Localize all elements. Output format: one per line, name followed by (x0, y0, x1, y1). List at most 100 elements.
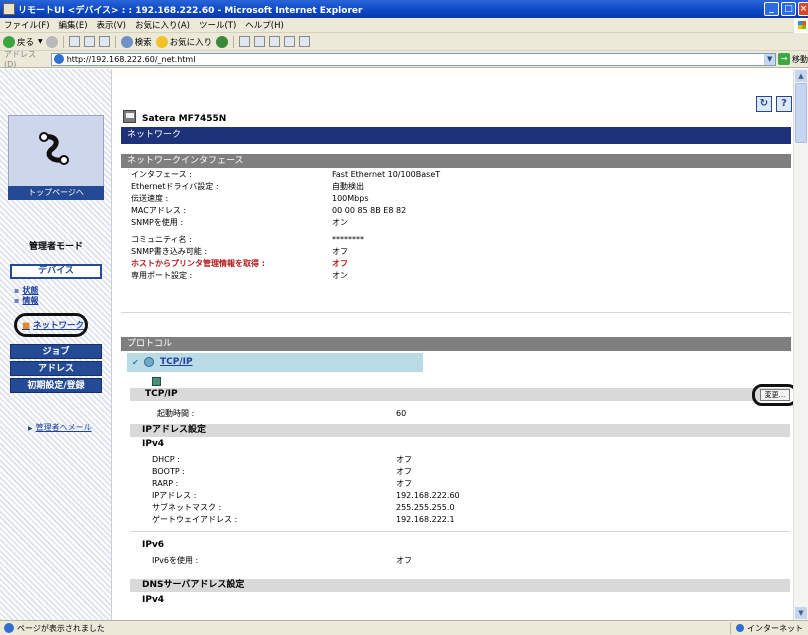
iface-section-header: ネットワークインタフェース (121, 154, 791, 168)
page-icon (53, 54, 64, 64)
nav-device-button[interactable]: デバイス (10, 264, 102, 279)
address-url[interactable]: http://192.168.222.60/_net.html (67, 55, 196, 64)
iface-row: コミュニティ名 : ******** (131, 235, 364, 244)
printer-icon (123, 110, 136, 123)
ipv4-row: サブネットマスク :255.255.255.0 (152, 503, 455, 512)
nav-info-link[interactable]: 情報 (14, 295, 38, 306)
divider (130, 531, 790, 532)
admin-mode-label: 管理者モード (28, 242, 83, 252)
page-title: ネットワーク (121, 127, 791, 144)
ipv4-row: ゲートウェイアドレス :192.168.222.1 (152, 515, 455, 524)
ie-app-icon (3, 3, 15, 15)
iface-row: SNMPを使用 : オン (131, 218, 348, 227)
network-globe-icon (144, 357, 154, 367)
toolbar-separator (62, 35, 64, 48)
back-dropdown-icon[interactable]: ▼ (38, 38, 43, 45)
minimize-button[interactable]: _ (764, 2, 779, 16)
ipv4-row: IPアドレス :192.168.222.60 (152, 491, 460, 500)
admin-mail-link[interactable]: 管理者へメール (28, 422, 92, 433)
refresh-page-icon[interactable] (83, 36, 95, 47)
menu-tools[interactable]: ツール(T) (199, 19, 236, 31)
collapse-icon[interactable] (152, 377, 161, 386)
ipv4-label: IPv4 (142, 439, 165, 449)
toolbar-separator (114, 35, 116, 48)
status-bar: ページが表示されました インターネット (0, 620, 808, 635)
change-button[interactable]: 変更... (760, 389, 790, 401)
ipv4-row: RARP : オフ (152, 479, 412, 488)
messenger-icon[interactable] (299, 36, 311, 47)
iface-row: MACアドレス :00 00 85 8B E8 82 (131, 206, 407, 215)
search-button[interactable]: 検索 (135, 36, 152, 48)
address-label: アドレス(D) (4, 50, 36, 69)
ipv6-label: IPv6 (142, 540, 165, 550)
nav-job-button[interactable]: ジョブ (10, 344, 102, 359)
remote-ui-logo-icon (39, 132, 69, 165)
menu-bar: ファイル(F) 編集(E) 表示(V) お気に入り(A) ツール(T) ヘルプ(… (0, 18, 808, 33)
main-panel: Satera MF7455N ↻ ? ネットワーク ネットワークインタフェース … (112, 69, 793, 620)
back-button[interactable]: 戻る (17, 36, 34, 48)
media-icon[interactable] (216, 35, 229, 48)
status-text: ページが表示されました (17, 623, 105, 633)
iface-row: 専用ポート設定 : オン (131, 271, 348, 280)
refresh-icon[interactable]: ↻ (756, 96, 772, 112)
ipv4-row: DHCP : オフ (152, 455, 412, 464)
tcpip-row[interactable]: ✔ TCP/IP (127, 353, 423, 372)
address-input[interactable]: http://192.168.222.60/_net.html ▼ (50, 52, 777, 66)
iface-row: 伝送速度 :100Mbps (131, 194, 369, 203)
forward-icon[interactable] (45, 35, 58, 48)
windows-logo-icon (794, 18, 808, 33)
iface-row: Ethernetドライバ設定 : 自動検出 (131, 182, 364, 191)
menu-help[interactable]: ヘルプ(H) (245, 19, 284, 31)
page-status-icon (4, 623, 14, 633)
dns-ipv4-label: IPv4 (142, 595, 165, 605)
security-zone: インターネット (730, 622, 808, 634)
iface-row-highlighted: ホストからプリンタ管理情報を取得 : オフ (131, 259, 348, 268)
menu-edit[interactable]: 編集(E) (59, 19, 88, 31)
chevron-down-icon: ✔ (132, 358, 139, 367)
startup-time-row: 起動時間 :60 (157, 409, 407, 418)
iface-row: インタフェース : Fast Ethernet 10/100BaseT (131, 170, 441, 179)
scroll-down-icon[interactable]: ▼ (795, 607, 807, 619)
scroll-up-icon[interactable]: ▲ (795, 70, 807, 82)
sidebar: トップページへ 管理者モード デバイス 状態 情報 ネットワーク ジョブ アドレ… (0, 69, 112, 620)
back-icon[interactable] (3, 35, 15, 48)
help-icon[interactable]: ? (776, 96, 792, 112)
mail-icon[interactable] (254, 36, 266, 47)
favorites-button[interactable]: お気に入り (170, 36, 213, 48)
print-icon[interactable] (269, 36, 281, 47)
scrollbar-thumb[interactable] (795, 83, 807, 143)
history-icon[interactable] (239, 36, 251, 47)
browser-content: トップページへ 管理者モード デバイス 状態 情報 ネットワーク ジョブ アドレ… (0, 69, 793, 620)
remote-ui-logo[interactable] (8, 115, 104, 187)
nav-network-link[interactable]: ネットワーク (22, 319, 84, 331)
menu-view[interactable]: 表示(V) (97, 19, 126, 31)
ipv4-row: BOOTP : オフ (152, 467, 412, 476)
stop-icon[interactable] (68, 36, 80, 47)
iface-row: SNMP書き込み可能 : オフ (131, 247, 348, 256)
favorites-icon[interactable] (155, 35, 168, 48)
window-title: リモートUI <デバイス> : : 192.168.222.60 - Micro… (18, 5, 363, 16)
ipv6-use-row: IPv6を使用 : オフ (152, 556, 412, 565)
home-icon[interactable] (98, 36, 110, 47)
zone-label: インターネット (747, 623, 803, 633)
close-button[interactable]: × (798, 2, 808, 16)
nav-address-button[interactable]: アドレス (10, 361, 102, 376)
device-model-name: Satera MF7455N (142, 114, 227, 124)
go-arrow-icon[interactable]: → (778, 53, 790, 65)
window-titlebar: リモートUI <デバイス> : : 192.168.222.60 - Micro… (0, 0, 808, 18)
edit-icon[interactable] (284, 36, 296, 47)
address-dropdown-icon[interactable]: ▼ (764, 53, 776, 65)
nav-settings-button[interactable]: 初期設定/登録 (10, 378, 102, 393)
tcpip-link[interactable]: TCP/IP (160, 357, 193, 367)
go-button[interactable]: 移動 (792, 54, 808, 65)
menu-favorites[interactable]: お気に入り(A) (135, 19, 190, 31)
divider (121, 312, 791, 313)
dns-settings-header: DNSサーバアドレス設定 (130, 579, 790, 592)
toolbar-separator (233, 35, 235, 48)
search-icon[interactable] (120, 35, 133, 48)
menu-file[interactable]: ファイル(F) (4, 19, 50, 31)
vertical-scrollbar[interactable]: ▲ ▼ (793, 69, 808, 620)
maximize-button[interactable]: □ (781, 2, 796, 16)
top-page-button[interactable]: トップページへ (8, 186, 104, 200)
tcpip-header: TCP/IP (130, 388, 790, 401)
